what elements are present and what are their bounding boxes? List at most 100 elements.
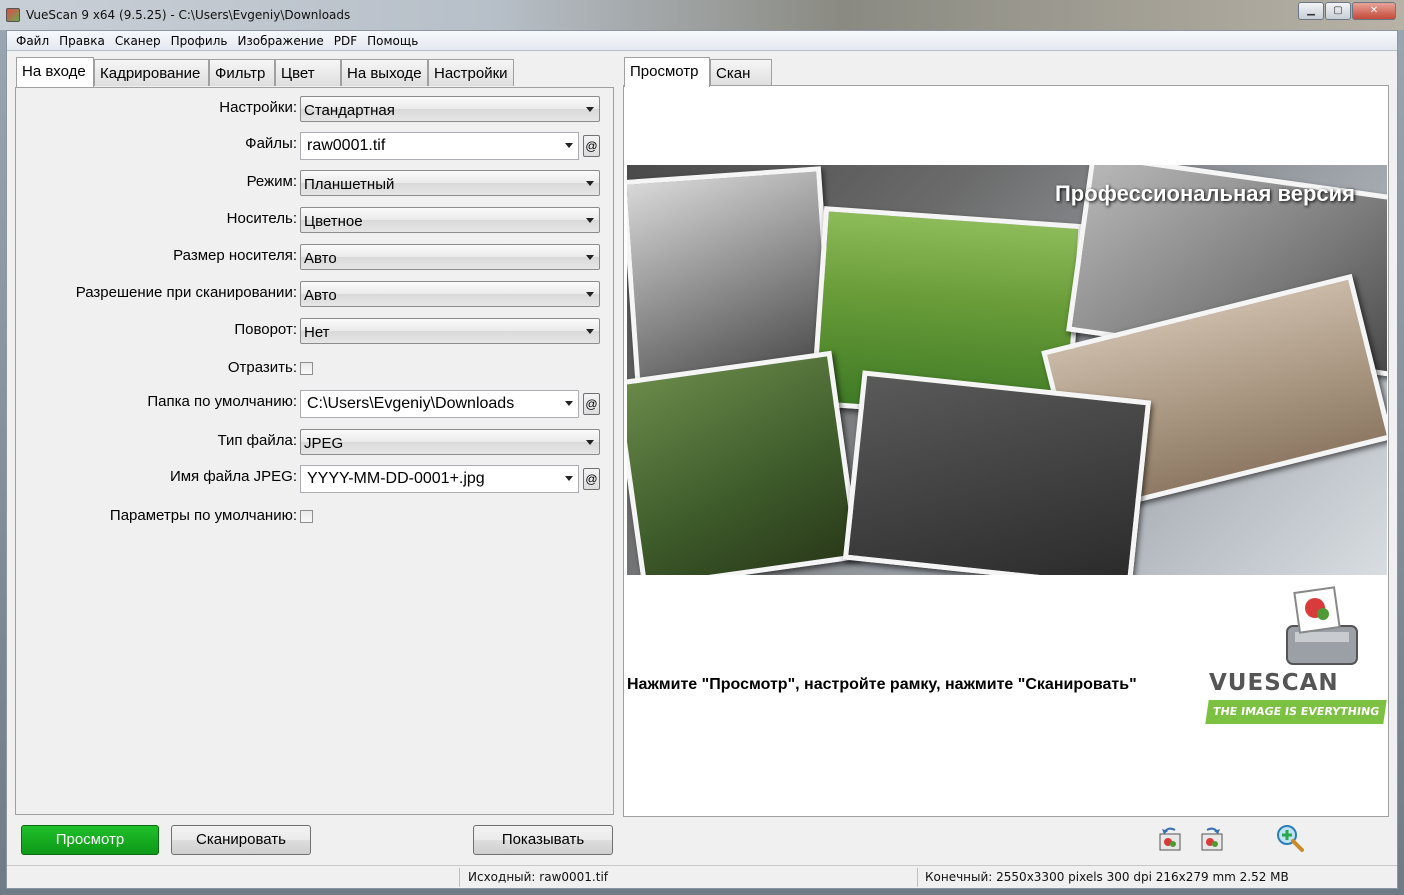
media-size-row: Размер носителя: Авто xyxy=(16,244,615,270)
settings-row: Настройки: Стандартная xyxy=(16,96,615,122)
mirror-label: Отразить: xyxy=(227,359,297,376)
files-value: raw0001.tif xyxy=(307,137,386,154)
mirror-checkbox[interactable] xyxy=(300,362,313,375)
maximize-button[interactable]: ▢ xyxy=(1325,2,1351,20)
logo-wordmark: VUESCAN xyxy=(1209,670,1339,696)
rotation-select[interactable]: Нет xyxy=(300,318,600,344)
resolution-row: Разрешение при сканировании: Авто xyxy=(16,281,615,307)
main-window: Файл Правка Сканер Профиль Изображение P… xyxy=(6,30,1398,889)
menu-profile[interactable]: Профиль xyxy=(166,34,233,48)
menu-file[interactable]: Файл xyxy=(11,34,54,48)
tab-output[interactable]: На выходе xyxy=(341,59,428,86)
resolution-label: Разрешение при сканировании: xyxy=(75,284,297,301)
media-select[interactable]: Цветное xyxy=(300,207,600,233)
jpeg-name-label: Имя файла JPEG: xyxy=(169,468,297,485)
window-controls: ▁ ▢ ✕ xyxy=(1298,2,1396,20)
dropdown-arrow-icon xyxy=(565,476,573,481)
scanner-logo-icon xyxy=(1286,586,1358,665)
defaults-checkbox[interactable] xyxy=(300,510,313,523)
settings-select[interactable]: Стандартная xyxy=(300,96,600,122)
dropdown-arrow-icon xyxy=(586,218,594,223)
close-button[interactable]: ✕ xyxy=(1352,2,1396,20)
dropdown-arrow-icon xyxy=(586,440,594,445)
menu-help[interactable]: Помощь xyxy=(362,34,423,48)
jpeg-name-value: YYYY-MM-DD-0001+.jpg xyxy=(307,470,485,487)
settings-label: Настройки: xyxy=(219,99,297,116)
tab-color[interactable]: Цвет xyxy=(275,59,341,86)
file-type-row: Тип файла: JPEG xyxy=(16,429,615,455)
dropdown-arrow-icon xyxy=(586,329,594,334)
jpeg-name-row: Имя файла JPEG: YYYY-MM-DD-0001+.jpg @ xyxy=(16,465,615,493)
files-at-button[interactable]: @ xyxy=(583,135,600,157)
dropdown-arrow-icon xyxy=(586,107,594,112)
media-size-value: Авто xyxy=(304,250,337,267)
menu-bar: Файл Правка Сканер Профиль Изображение P… xyxy=(7,31,1397,51)
file-type-select[interactable]: JPEG xyxy=(300,429,600,455)
status-source: Исходный: raw0001.tif xyxy=(468,870,609,884)
menu-pdf[interactable]: PDF xyxy=(329,34,362,48)
left-tab-bar: На входе Кадрирование Фильтр Цвет На вых… xyxy=(16,57,514,87)
tab-filter[interactable]: Фильтр xyxy=(209,59,275,86)
jpeg-name-at-button[interactable]: @ xyxy=(583,468,600,490)
tab-scan[interactable]: Скан xyxy=(710,59,772,86)
title-bar: VueScan 9 x64 (9.5.25) - C:\Users\Evgeni… xyxy=(0,0,1404,30)
tab-prefs[interactable]: Настройки xyxy=(428,59,514,86)
file-type-value: JPEG xyxy=(304,435,344,452)
resolution-select[interactable]: Авто xyxy=(300,281,600,307)
settings-value: Стандартная xyxy=(304,102,395,119)
dropdown-arrow-icon xyxy=(565,401,573,406)
menu-scanner[interactable]: Сканер xyxy=(110,34,166,48)
show-button[interactable]: Показывать xyxy=(473,825,613,855)
files-label: Файлы: xyxy=(245,135,297,152)
resolution-value: Авто xyxy=(304,287,337,304)
preview-panel: Профессиональная версия Нажмите "Просмот… xyxy=(623,85,1389,817)
status-output: Конечный: 2550x3300 pixels 300 dpi 216x2… xyxy=(925,870,1289,884)
preview-collage-image: Профессиональная версия xyxy=(627,165,1387,575)
tab-input[interactable]: На входе xyxy=(16,57,94,87)
mode-select[interactable]: Планшетный xyxy=(300,170,600,196)
status-separator xyxy=(917,868,918,887)
vuescan-logo: VUESCAN THE IMAGE IS EVERYTHING xyxy=(1197,586,1387,736)
right-tab-bar: Просмотр Скан xyxy=(624,57,772,87)
media-size-select[interactable]: Авто xyxy=(300,244,600,270)
dropdown-arrow-icon xyxy=(586,181,594,186)
media-value: Цветное xyxy=(304,213,363,230)
minimize-button[interactable]: ▁ xyxy=(1298,2,1324,20)
tab-crop[interactable]: Кадрирование xyxy=(94,59,209,86)
defaults-row: Параметры по умолчанию: xyxy=(16,504,615,530)
default-folder-value: C:\Users\Evgeniy\Downloads xyxy=(307,395,515,412)
logo-tagline: THE IMAGE IS EVERYTHING xyxy=(1205,700,1387,724)
rotate-left-icon[interactable] xyxy=(1155,825,1185,855)
vuescan-app-icon xyxy=(6,8,20,22)
mode-row: Режим: Планшетный xyxy=(16,170,615,196)
mirror-row: Отразить: xyxy=(16,356,615,382)
default-folder-at-button[interactable]: @ xyxy=(583,393,600,415)
menu-edit[interactable]: Правка xyxy=(54,34,110,48)
default-folder-combo[interactable]: C:\Users\Evgeniy\Downloads xyxy=(300,390,579,418)
mode-label: Режим: xyxy=(246,173,297,190)
zoom-in-icon[interactable] xyxy=(1275,823,1305,853)
tab-preview[interactable]: Просмотр xyxy=(624,57,710,87)
window-title: VueScan 9 x64 (9.5.25) - C:\Users\Evgeni… xyxy=(26,8,351,22)
rotation-label: Поворот: xyxy=(234,321,297,338)
media-label: Носитель: xyxy=(226,210,297,227)
defaults-label: Параметры по умолчанию: xyxy=(109,507,297,524)
dropdown-arrow-icon xyxy=(586,255,594,260)
rotate-right-icon[interactable] xyxy=(1197,825,1227,855)
preview-button[interactable]: Просмотр xyxy=(21,825,159,855)
default-folder-row: Папка по умолчанию: C:\Users\Evgeniy\Dow… xyxy=(16,390,615,418)
files-combo[interactable]: raw0001.tif xyxy=(300,132,579,160)
scan-button[interactable]: Сканировать xyxy=(171,825,311,855)
dropdown-arrow-icon xyxy=(586,292,594,297)
files-row: Файлы: raw0001.tif @ xyxy=(16,132,615,160)
media-size-label: Размер носителя: xyxy=(173,247,297,264)
jpeg-name-combo[interactable]: YYYY-MM-DD-0001+.jpg xyxy=(300,465,579,493)
rotation-value: Нет xyxy=(304,324,330,341)
dog-photo xyxy=(627,350,861,575)
menu-image[interactable]: Изображение xyxy=(232,34,328,48)
pro-version-label: Профессиональная версия xyxy=(1054,181,1355,206)
rotation-row: Поворот: Нет xyxy=(16,318,615,344)
file-type-label: Тип файла: xyxy=(217,432,298,449)
default-folder-label: Папка по умолчанию: xyxy=(147,393,297,410)
preview-instruction: Нажмите "Просмотр", настройте рамку, наж… xyxy=(627,676,1137,693)
